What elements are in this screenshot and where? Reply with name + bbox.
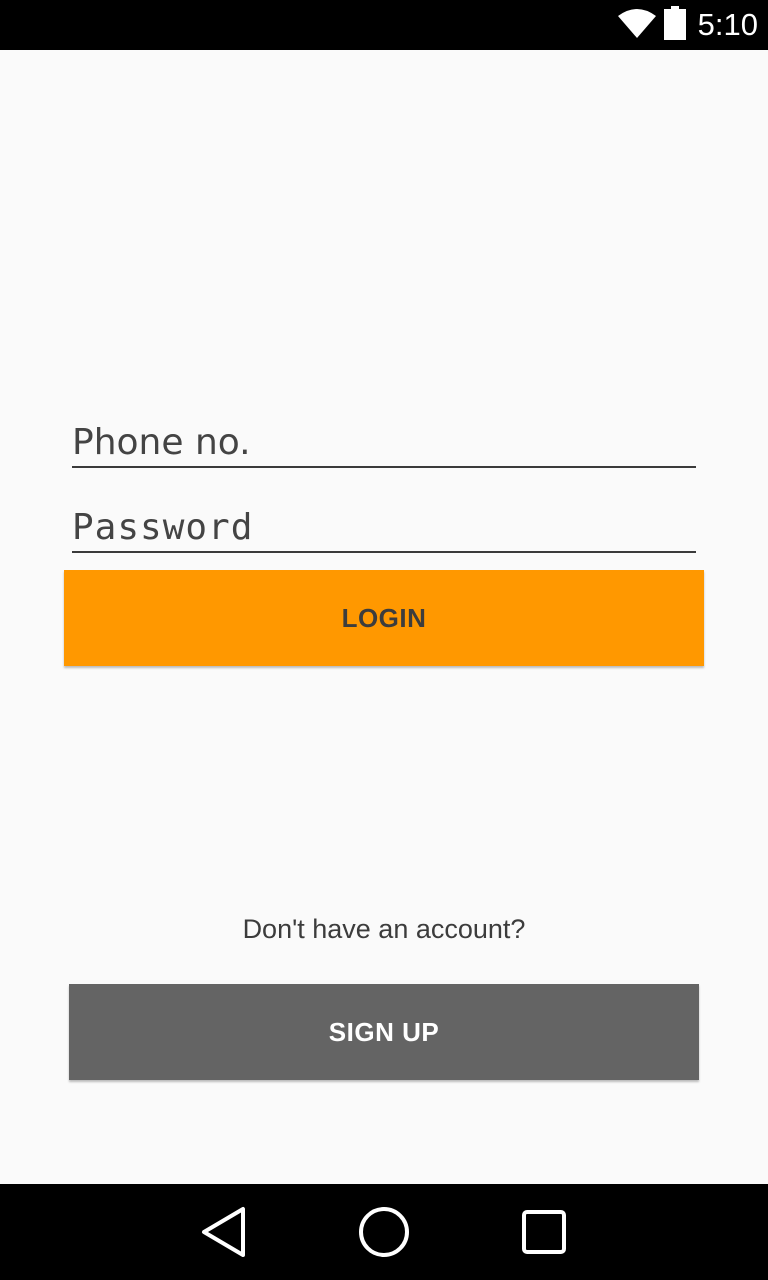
password-input[interactable] <box>72 503 696 553</box>
login-button[interactable]: LOGIN <box>64 570 704 666</box>
login-screen: 5:10 LOGIN Don't have an account? SIGN U… <box>0 0 768 1280</box>
status-icons: 5:10 <box>617 0 758 50</box>
back-icon[interactable] <box>176 1184 272 1280</box>
phone-input[interactable] <box>72 418 696 468</box>
no-account-prompt: Don't have an account? <box>242 914 526 944</box>
wifi-icon <box>617 8 656 43</box>
recents-icon[interactable] <box>496 1184 592 1280</box>
status-time: 5:10 <box>697 7 758 42</box>
status-bar: 5:10 <box>0 0 768 50</box>
sign-up-button[interactable]: SIGN UP <box>69 984 699 1080</box>
battery-icon <box>663 5 686 45</box>
home-icon[interactable] <box>336 1184 432 1280</box>
navigation-bar <box>0 1184 768 1280</box>
